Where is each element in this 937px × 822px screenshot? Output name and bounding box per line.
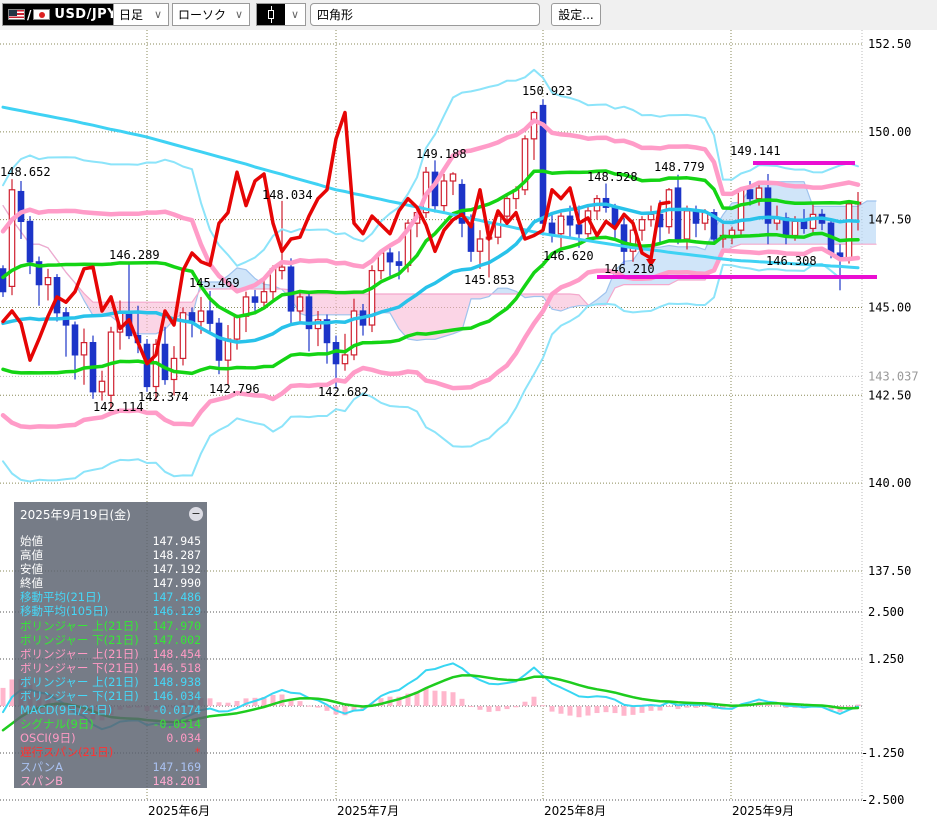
tooltip-row: 高値148.287 — [14, 548, 207, 562]
svg-text:148.652: 148.652 — [0, 165, 51, 179]
info-panel-rows: 始値147.945高値148.287安値147.192終値147.990移動平均… — [14, 534, 207, 788]
svg-text:143.037: 143.037 — [868, 369, 919, 383]
currency-pair-select[interactable]: / USD/JPY ∨ — [2, 3, 131, 26]
svg-text:142.374: 142.374 — [138, 390, 189, 404]
chevron-down-icon: ∨ — [285, 4, 305, 25]
tooltip-row: 始値147.945 — [14, 534, 207, 548]
currency-pair-field: / USD/JPY — [3, 4, 122, 25]
jp-flag-icon — [33, 9, 50, 20]
chart-type-label: ローソク — [178, 6, 226, 23]
svg-text:150.923: 150.923 — [522, 84, 573, 98]
info-panel-date: 2025年9月19日(金) — [20, 506, 189, 523]
tooltip-row: ボリンジャー 上(21日)148.454 — [14, 647, 207, 661]
toolbar: / USD/JPY ∨ 日足 ∨ ローソク ∨ ∨ 設定... — [0, 0, 937, 30]
svg-text:148.779: 148.779 — [654, 160, 705, 174]
svg-text:145.853: 145.853 — [464, 273, 515, 287]
svg-text:149.188: 149.188 — [416, 147, 467, 161]
candle-style-field — [257, 4, 285, 25]
svg-text:2025年7月: 2025年7月 — [337, 804, 399, 818]
svg-text:142.114: 142.114 — [93, 400, 144, 414]
tooltip-row: ボリンジャー 上(21日)148.938 — [14, 675, 207, 689]
tooltip-row: ボリンジャー 下(21日)147.002 — [14, 633, 207, 647]
tooltip-row: シグナル(9日)-0.0514 — [14, 717, 207, 731]
draw-shape-input[interactable] — [310, 3, 540, 26]
svg-text:-1.250: -1.250 — [861, 746, 904, 760]
pair-label: USD/JPY — [54, 7, 117, 22]
pair-separator: / — [27, 8, 31, 22]
tooltip-row: 終値147.990 — [14, 576, 207, 590]
minimize-button[interactable]: − — [189, 507, 203, 521]
tooltip-row: OSCI(9日)0.034 — [14, 731, 207, 745]
tooltip-row: ボリンジャー 上(21日)147.970 — [14, 619, 207, 633]
svg-text:2025年6月: 2025年6月 — [148, 804, 210, 818]
svg-text:-2.500: -2.500 — [861, 793, 904, 807]
svg-text:150.00: 150.00 — [868, 125, 911, 139]
info-panel[interactable]: 2025年9月19日(金) − 始値147.945高値148.287安値147.… — [14, 502, 207, 788]
white-candle-icon — [267, 6, 276, 23]
svg-text:149.141: 149.141 — [730, 144, 781, 158]
svg-text:148.034: 148.034 — [262, 188, 313, 202]
svg-text:146.289: 146.289 — [109, 248, 160, 262]
svg-text:137.50: 137.50 — [868, 564, 911, 578]
timeframe-select[interactable]: 日足 ∨ — [113, 3, 169, 26]
svg-text:146.210: 146.210 — [604, 262, 655, 276]
settings-button[interactable]: 設定... — [551, 3, 601, 26]
tooltip-row: 移動平均(21日)147.486 — [14, 590, 207, 604]
svg-text:148.528: 148.528 — [587, 170, 638, 184]
svg-text:1.250: 1.250 — [868, 652, 904, 666]
us-flag-icon — [8, 9, 25, 20]
tooltip-row: スパンA147.169 — [14, 760, 207, 774]
svg-text:142.50: 142.50 — [868, 388, 911, 402]
svg-text:146.308: 146.308 — [766, 254, 817, 268]
chart-type-select[interactable]: ローソク ∨ — [172, 3, 250, 26]
tooltip-row: スパンB148.201 — [14, 774, 207, 788]
svg-text:2025年8月: 2025年8月 — [544, 804, 606, 818]
fx-chart-app: / USD/JPY ∨ 日足 ∨ ローソク ∨ ∨ 設定... 152.50 15… — [0, 0, 937, 822]
chevron-down-icon: ∨ — [148, 4, 168, 25]
candle-style-select[interactable]: ∨ — [256, 3, 306, 26]
svg-text:2025年9月: 2025年9月 — [732, 804, 794, 818]
svg-text:152.50: 152.50 — [868, 37, 911, 51]
tooltip-row: 移動平均(105日)146.129 — [14, 604, 207, 618]
svg-text:145.469: 145.469 — [189, 276, 240, 290]
svg-text:2.500: 2.500 — [868, 605, 904, 619]
tooltip-row: ボリンジャー 下(21日)146.518 — [14, 661, 207, 675]
tooltip-row: ボリンジャー 下(21日)146.034 — [14, 689, 207, 703]
svg-text:146.620: 146.620 — [543, 249, 594, 263]
svg-text:142.682: 142.682 — [318, 385, 369, 399]
svg-text:145.00: 145.00 — [868, 300, 911, 314]
svg-text:140.00: 140.00 — [868, 476, 911, 490]
info-panel-header: 2025年9月19日(金) − — [14, 502, 207, 524]
svg-text:142.796: 142.796 — [209, 382, 260, 396]
tooltip-row: 遅行スパン(21日)* — [14, 745, 207, 759]
tooltip-row: MACD(9日/21日)-0.0174 — [14, 703, 207, 717]
chevron-down-icon: ∨ — [229, 4, 249, 25]
timeframe-label: 日足 — [119, 6, 143, 23]
tooltip-row: 安値147.192 — [14, 562, 207, 576]
svg-text:147.50: 147.50 — [868, 213, 911, 227]
